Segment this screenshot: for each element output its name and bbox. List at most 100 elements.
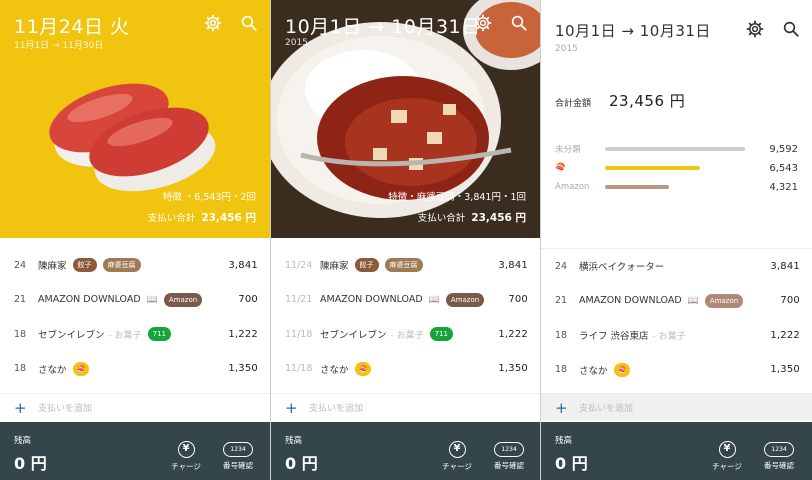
shop-name: 陳麻家	[38, 261, 67, 273]
transaction-list: 24 横浜ベイクォーター 3,841 21 AMAZON DOWNLOAD 📖 …	[541, 248, 812, 387]
list-item[interactable]: 11/21 AMAZON DOWNLOAD 📖 Amazon 700	[271, 283, 540, 318]
add-payment-button[interactable]: + 支払いを追加	[0, 393, 270, 421]
search-icon[interactable]	[780, 18, 802, 40]
total-line: 支払い合計 23,456 円	[148, 208, 256, 229]
charge-button[interactable]: ¥ チャージ	[437, 436, 477, 472]
sushi-illustration	[45, 62, 225, 196]
gear-icon[interactable]	[744, 18, 766, 40]
plus-icon: +	[285, 398, 298, 417]
add-payment-button[interactable]: + 支払いを追加	[541, 393, 812, 421]
list-item[interactable]: 18 さなか 🍣 1,350	[0, 352, 270, 387]
footer-bar: 残高 0 円 ¥ チャージ 1234 番号確認	[271, 422, 540, 480]
number-check-button[interactable]: 1234 番号確認	[759, 436, 799, 471]
top-actions	[202, 12, 260, 34]
screen-monthly-summary: 10月1日 → 10月31日 2015 合計金額 23,456 円 未分類 9,…	[541, 0, 812, 480]
footer-bar: 残高 0 円 ¥ チャージ 1234 番号確認	[0, 422, 270, 480]
yen-circle-icon: ¥	[448, 441, 466, 458]
tag-label: Amazon	[163, 292, 203, 307]
hero-panel: 11月24日 火 11月1日 → 11月30日 特徴 ・6,543円・2回 支払…	[0, 0, 270, 238]
total-label: 支払い合計	[417, 213, 466, 224]
stat-bar	[605, 185, 669, 189]
highlight-item: 特徴 ・6,543円・2回	[162, 192, 256, 203]
total-value: 23,456 円	[471, 212, 526, 224]
add-label: 支払いを追加	[579, 404, 634, 414]
day: 24	[14, 259, 27, 271]
tag-label: 🍣	[354, 361, 372, 376]
date: 11/24	[285, 259, 313, 271]
year: 2015	[285, 38, 308, 48]
number-label: 番号確認	[494, 461, 524, 470]
book-icon: 📖	[687, 295, 699, 306]
total-label: 合計金額	[555, 99, 592, 109]
amount: 1,222	[228, 328, 258, 340]
tag-label: 麻婆豆腐	[384, 258, 423, 273]
number-check-button[interactable]: 1234 番号確認	[489, 436, 529, 471]
list-item[interactable]: 21 AMAZON DOWNLOAD 📖 Amazon 700	[0, 283, 270, 318]
date: 11/18	[285, 363, 313, 375]
book-icon: 📖	[146, 294, 158, 305]
category: - お菓子	[108, 330, 142, 341]
shop-name: AMAZON DOWNLOAD	[579, 295, 682, 307]
charge-label: チャージ	[171, 462, 201, 471]
stat-value: 4,321	[769, 181, 798, 193]
hero-info: 特徴・麻婆豆腐・3,841円・1回 支払い合計 23,456 円	[388, 188, 526, 229]
amount: 1,222	[770, 329, 800, 341]
summary-total: 合計金額 23,456 円	[555, 90, 685, 111]
list-item[interactable]: 24 横浜ベイクォーター 3,841	[541, 249, 812, 284]
hero-panel: 10月1日 → 10月31日 2015 特徴・麻婆豆腐・3,841円・1回 支払…	[271, 0, 540, 238]
total-line: 支払い合計 23,456 円	[388, 208, 526, 229]
list-item[interactable]: 18 ライフ 渋谷東店 - お菓子 1,222	[541, 318, 812, 353]
amount: 3,841	[498, 259, 528, 271]
tag-label: Amazon	[704, 293, 744, 308]
amount: 1,350	[770, 364, 800, 376]
gear-icon[interactable]	[202, 12, 224, 34]
add-label: 支払いを追加	[309, 404, 364, 414]
plus-icon: +	[14, 398, 27, 417]
gear-icon[interactable]	[472, 12, 494, 34]
list-item[interactable]: 18 セブンイレブン - お菓子 711 1,222	[0, 317, 270, 352]
list-item[interactable]: 11/18 さなか 🍣 1,350	[271, 352, 540, 387]
date: 11/18	[285, 328, 313, 340]
number-pill-icon: 1234	[764, 442, 794, 457]
number-check-button[interactable]: 1234 番号確認	[218, 436, 258, 471]
balance-value: 0 円	[555, 454, 588, 473]
list-item[interactable]: 18 さなか 🍣 1,350	[541, 353, 812, 388]
tag-label: 餃子	[354, 258, 379, 273]
transaction-list: 24 陳麻家 餃子 麻婆豆腐 3,841 21 AMAZON DOWNLOAD …	[0, 248, 270, 386]
shop-name: AMAZON DOWNLOAD	[38, 294, 141, 306]
add-label: 支払いを追加	[38, 404, 93, 414]
list-item[interactable]: 21 AMAZON DOWNLOAD 📖 Amazon 700	[541, 284, 812, 319]
list-item[interactable]: 24 陳麻家 餃子 麻婆豆腐 3,841	[0, 248, 270, 283]
day: 18	[14, 328, 27, 340]
year: 2015	[555, 44, 578, 54]
amount: 3,841	[770, 260, 800, 272]
stat-name: 未分類	[555, 145, 581, 155]
page-title: 10月1日 → 10月31日	[555, 22, 711, 40]
footer-bar: 残高 0 円 ¥ チャージ 1234 番号確認	[541, 422, 812, 480]
list-item[interactable]: 11/24 陳麻家 餃子 麻婆豆腐 3,841	[271, 248, 540, 283]
search-icon[interactable]	[508, 12, 530, 34]
tag-label: 🍣	[72, 361, 90, 376]
list-item[interactable]: 11/18 セブンイレブン - お菓子 711 1,222	[271, 317, 540, 352]
stat-bar	[605, 147, 745, 151]
yen-circle-icon: ¥	[177, 441, 195, 458]
search-icon[interactable]	[238, 12, 260, 34]
charge-label: チャージ	[712, 462, 742, 471]
page-title: 10月1日 → 10月31日	[285, 16, 481, 38]
number-pill-icon: 1234	[223, 442, 253, 457]
day: 18	[555, 364, 568, 376]
shop-name: セブンイレブン	[38, 330, 105, 342]
stat-row: 未分類 9,592	[555, 141, 798, 157]
book-icon: 📖	[428, 294, 440, 305]
charge-button[interactable]: ¥ チャージ	[166, 436, 206, 472]
add-payment-button[interactable]: + 支払いを追加	[271, 393, 540, 421]
shop-name: ライフ 渋谷東店	[579, 331, 649, 343]
charge-label: チャージ	[442, 462, 472, 471]
screen-daily: 11月24日 火 11月1日 → 11月30日 特徴 ・6,543円・2回 支払…	[0, 0, 270, 480]
charge-button[interactable]: ¥ チャージ	[707, 436, 747, 472]
category: - お菓子	[390, 330, 424, 341]
shop-name: さなか	[579, 365, 608, 377]
number-label: 番号確認	[223, 461, 253, 470]
number-pill-icon: 1234	[494, 442, 524, 457]
tag-label: 711	[429, 327, 453, 342]
